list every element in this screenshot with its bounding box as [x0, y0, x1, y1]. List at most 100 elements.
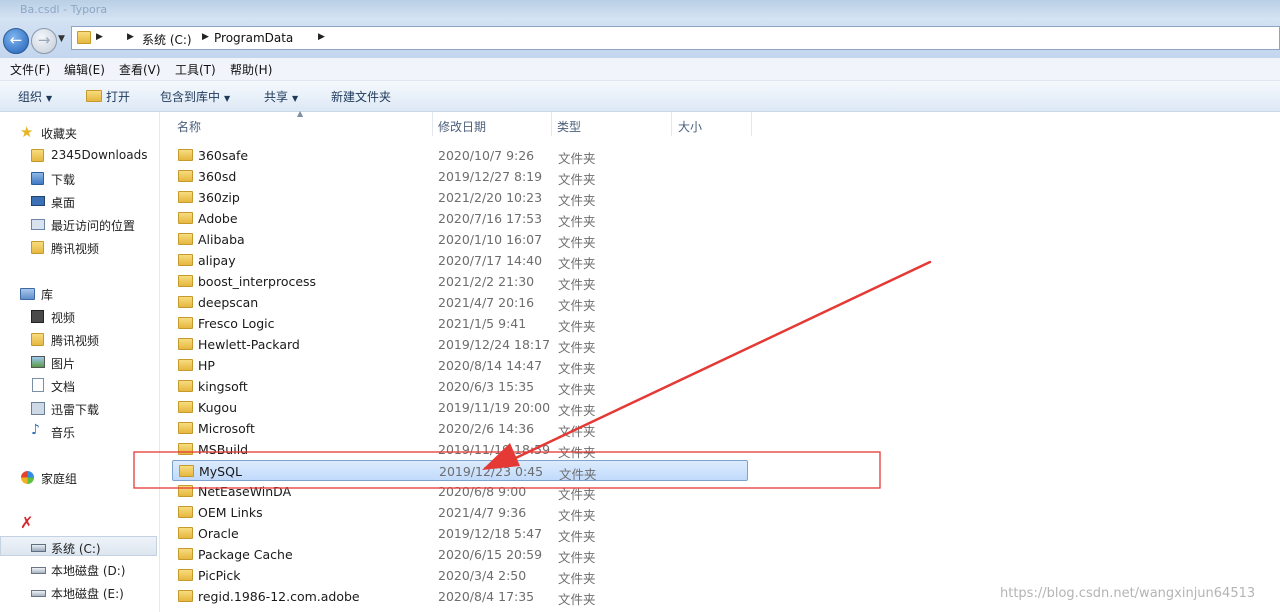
file-name: Fresco Logic	[198, 316, 275, 331]
nav-label: 本地磁盘 (D:)	[51, 564, 126, 578]
menu-edit[interactable]: 编辑(E)	[64, 61, 105, 78]
menu-tools[interactable]: 工具(T)	[175, 61, 216, 78]
nav-item-2345downloads[interactable]: 2345Downloads	[0, 145, 159, 165]
nav-item-documents[interactable]: 文档	[0, 375, 159, 395]
breadcrumb-folder[interactable]: ProgramData	[214, 31, 293, 45]
file-date: 2021/4/7 9:36	[438, 505, 527, 520]
column-header-type[interactable]: 类型	[557, 118, 581, 135]
nav-homegroup[interactable]: 家庭组	[0, 467, 159, 487]
file-name: HP	[198, 358, 215, 373]
folder-icon	[178, 338, 193, 350]
back-button[interactable]: ←	[3, 28, 29, 54]
file-name: Hewlett-Packard	[198, 337, 300, 352]
nav-libraries[interactable]: 库	[0, 283, 159, 303]
column-header-name[interactable]: 名称	[177, 118, 201, 135]
open-button[interactable]: 打开	[86, 88, 130, 105]
file-row[interactable]: alipay 2020/7/17 14:40 文件夹	[172, 250, 748, 271]
chevron-right-icon[interactable]: ▶	[202, 32, 209, 42]
menu-view[interactable]: 查看(V)	[119, 61, 161, 78]
nav-favorites[interactable]: ★ 收藏夹	[0, 122, 159, 142]
folder-icon	[178, 443, 193, 455]
file-row[interactable]: Oracle 2019/12/18 5:47 文件夹	[172, 523, 748, 544]
file-row[interactable]: Package Cache 2020/6/15 20:59 文件夹	[172, 544, 748, 565]
nav-drive-d[interactable]: 本地磁盘 (D:)	[0, 559, 159, 579]
nav-drive-e[interactable]: 本地磁盘 (E:)	[0, 582, 159, 602]
file-row[interactable]: 360sd 2019/12/27 8:19 文件夹	[172, 166, 748, 187]
nav-label: 音乐	[51, 426, 76, 440]
file-date: 2020/6/15 20:59	[438, 547, 543, 562]
breadcrumb-drive[interactable]: 系统 (C:)	[142, 31, 192, 48]
nav-item-tencent-video[interactable]: 腾讯视频	[0, 237, 159, 257]
folder-icon	[178, 317, 193, 329]
nav-drive-c[interactable]: 系统 (C:)	[0, 536, 157, 556]
file-row[interactable]: 360zip 2021/2/20 10:23 文件夹	[172, 187, 748, 208]
nav-item-thunder-downloads[interactable]: 迅雷下载	[0, 398, 159, 418]
file-type: 文件夹	[558, 424, 596, 439]
share-button[interactable]: 共享 ▼	[264, 88, 298, 105]
chevron-right-icon[interactable]: ▶	[127, 32, 134, 42]
navigation-bar: ← → ▼ ▶ ▶ 系统 (C:) ▶ ProgramData ▶	[0, 20, 1280, 58]
organize-button[interactable]: 组织 ▼	[18, 88, 52, 105]
file-row[interactable]: kingsoft 2020/6/3 15:35 文件夹	[172, 376, 748, 397]
share-label: 共享	[264, 90, 289, 104]
file-row[interactable]: HP 2020/8/14 14:47 文件夹	[172, 355, 748, 376]
file-row[interactable]: Microsoft 2020/2/6 14:36 文件夹	[172, 418, 748, 439]
nav-computer[interactable]: ✗	[0, 513, 159, 533]
column-header-size[interactable]: 大小	[678, 118, 702, 135]
file-type: 文件夹	[558, 340, 596, 355]
folder-icon	[178, 191, 193, 203]
nav-item-pictures[interactable]: 图片	[0, 352, 159, 372]
file-row[interactable]: OEM Links 2021/4/7 9:36 文件夹	[172, 502, 748, 523]
menu-help[interactable]: 帮助(H)	[230, 61, 272, 78]
nav-item-videos[interactable]: 视频	[0, 306, 159, 326]
menu-file[interactable]: 文件(F)	[10, 61, 50, 78]
file-row[interactable]: Hewlett-Packard 2019/12/24 18:17 文件夹	[172, 334, 748, 355]
file-row[interactable]: MSBuild 2019/11/19 18:59 文件夹	[172, 439, 748, 460]
new-folder-button[interactable]: 新建文件夹	[331, 88, 391, 105]
nav-item-recent-places[interactable]: 最近访问的位置	[0, 214, 159, 234]
file-row[interactable]: Fresco Logic 2021/1/5 9:41 文件夹	[172, 313, 748, 334]
file-row[interactable]: regid.1986-12.com.adobe 2020/8/4 17:35 文件夹	[172, 586, 748, 607]
caret-down-icon: ▼	[292, 94, 299, 103]
file-type: 文件夹	[558, 550, 596, 565]
file-row[interactable]: NetEaseWinDA 2020/6/8 9:00 文件夹	[172, 481, 748, 502]
file-name: regid.1986-12.com.adobe	[198, 589, 360, 604]
file-date: 2019/12/18 5:47	[438, 526, 543, 541]
file-date: 2021/1/5 9:41	[438, 316, 527, 331]
nav-label: 库	[41, 288, 54, 302]
file-row[interactable]: Alibaba 2020/1/10 16:07 文件夹	[172, 229, 748, 250]
file-row[interactable]: deepscan 2021/4/7 20:16 文件夹	[172, 292, 748, 313]
hard-drive-icon	[31, 562, 46, 576]
file-row[interactable]: Adobe 2020/7/16 17:53 文件夹	[172, 208, 748, 229]
nav-item-tencent-video-lib[interactable]: 腾讯视频	[0, 329, 159, 349]
file-date: 2021/4/7 20:16	[438, 295, 535, 310]
include-in-library-button[interactable]: 包含到库中 ▼	[160, 88, 230, 105]
file-name: Adobe	[198, 211, 238, 226]
file-type: 文件夹	[558, 571, 596, 586]
file-row[interactable]: 360safe 2020/10/7 9:26 文件夹	[172, 145, 748, 166]
column-header-date[interactable]: 修改日期	[438, 118, 486, 135]
file-date: 2019/12/23 0:45	[439, 464, 544, 479]
folder-icon	[178, 527, 193, 539]
download-icon	[31, 401, 45, 415]
nav-item-desktop[interactable]: 桌面	[0, 191, 159, 211]
file-row[interactable]: PicPick 2020/3/4 2:50 文件夹	[172, 565, 748, 586]
watermark: https://blog.csdn.net/wangxinjun64513	[1000, 586, 1256, 601]
nav-label: 桌面	[51, 196, 76, 210]
file-name: Alibaba	[198, 232, 245, 247]
file-date: 2020/10/7 9:26	[438, 148, 535, 163]
library-icon	[20, 286, 35, 300]
file-row[interactable]: Kugou 2019/11/19 20:00 文件夹	[172, 397, 748, 418]
file-name: OEM Links	[198, 505, 263, 520]
file-row[interactable]: boost_interprocess 2021/2/2 21:30 文件夹	[172, 271, 748, 292]
forward-button[interactable]: →	[31, 28, 57, 54]
nav-item-downloads[interactable]: 下载	[0, 168, 159, 188]
chevron-right-icon[interactable]: ▶	[96, 32, 103, 42]
nav-item-music[interactable]: ♪ 音乐	[0, 421, 159, 441]
nav-label: 腾讯视频	[51, 242, 100, 256]
address-bar[interactable]: ▶ ▶ 系统 (C:) ▶ ProgramData ▶	[71, 26, 1280, 50]
chevron-right-icon[interactable]: ▶	[318, 32, 325, 42]
nav-label: 最近访问的位置	[51, 219, 136, 233]
file-row[interactable]: MySQL 2019/12/23 0:45 文件夹	[172, 460, 748, 482]
recent-pages-dropdown[interactable]: ▼	[58, 34, 65, 44]
